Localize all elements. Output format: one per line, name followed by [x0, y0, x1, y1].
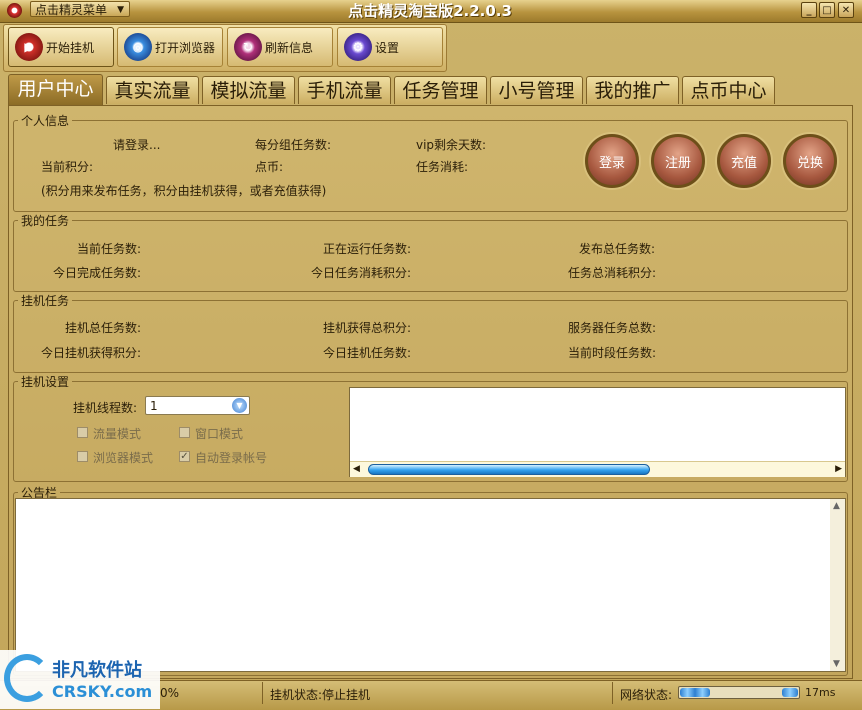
login-prompt[interactable]: 请登录...: [113, 136, 160, 153]
network-status-label: 网络状态:: [620, 688, 673, 702]
horizontal-scrollbar[interactable]: ◀ ▶: [350, 461, 845, 477]
browser-mode-checkbox[interactable]: [77, 451, 88, 462]
threads-value: 1: [150, 399, 158, 413]
login-button[interactable]: 登录: [585, 134, 639, 188]
current-tasks-label: 当前任务数:: [77, 242, 142, 256]
points-note: (积分用来发布任务，积分由挂机获得，或者充值获得): [41, 184, 327, 198]
window-mode-label: 窗口模式: [195, 427, 244, 441]
status-divider: [262, 682, 263, 704]
server-total-tasks-label: 服务器任务总数:: [568, 321, 657, 335]
browser-mode-label: 浏览器模式: [93, 451, 154, 465]
chevron-down-icon: ▼: [117, 5, 124, 15]
tab-mobile-traffic[interactable]: 手机流量: [298, 76, 391, 104]
scroll-down-icon[interactable]: ▼: [833, 659, 840, 669]
auto-login-checkbox[interactable]: ✓: [179, 451, 190, 462]
threads-label: 挂机线程数:: [73, 401, 138, 415]
start-hang-button[interactable]: ▶ 开始挂机: [8, 27, 114, 67]
tab-real-traffic[interactable]: 真实流量: [106, 76, 199, 104]
scroll-left-icon[interactable]: ◀: [353, 462, 360, 477]
refresh-info-label: 刷新信息: [265, 40, 314, 55]
app-menu-label: 点击精灵菜单: [35, 3, 108, 17]
gear-icon: ⚙: [344, 33, 372, 61]
auto-login-label: 自动登录帐号: [195, 451, 268, 465]
close-button[interactable]: ✕: [838, 2, 854, 18]
watermark-cn: 非凡软件站: [52, 660, 142, 681]
tab-simulated-traffic[interactable]: 模拟流量: [202, 76, 295, 104]
today-hang-tasks-label: 今日挂机任务数:: [323, 346, 412, 360]
watermark: 非凡软件站 CRSKY.com: [0, 650, 160, 709]
personal-info-legend: 个人信息: [21, 114, 70, 128]
task-cost-label: 任务消耗:: [416, 160, 469, 174]
refresh-icon: ↻: [234, 33, 262, 61]
minimize-button[interactable]: _: [801, 2, 817, 18]
maximize-button[interactable]: □: [819, 2, 835, 18]
settings-button[interactable]: ⚙ 设置: [337, 27, 443, 67]
tab-coin-center[interactable]: 点币中心: [682, 76, 775, 104]
published-total-label: 发布总任务数:: [579, 242, 656, 256]
recharge-button[interactable]: 充值: [717, 134, 771, 188]
chevron-down-icon[interactable]: ▼: [232, 398, 247, 413]
scroll-up-icon[interactable]: ▲: [833, 501, 840, 511]
today-done-label: 今日完成任务数:: [53, 266, 142, 280]
log-box[interactable]: ◀ ▶: [349, 387, 846, 477]
open-browser-label: 打开浏览器: [155, 40, 216, 55]
window-title: 点击精灵淘宝版2.2.0.3: [348, 2, 512, 20]
browser-icon: ◎: [124, 33, 152, 61]
latency-value: 17ms: [805, 686, 836, 699]
toolbar: ▶ 开始挂机 ◎ 打开浏览器 ↻ 刷新信息 ⚙ 设置: [3, 24, 447, 72]
running-tasks-label: 正在运行任务数:: [323, 242, 412, 256]
period-tasks-label: 当前时段任务数:: [568, 346, 657, 360]
current-points-label: 当前积分:: [41, 160, 94, 174]
hang-total-tasks-label: 挂机总任务数:: [65, 321, 142, 335]
notice-board[interactable]: ▲ ▼: [15, 498, 846, 672]
tab-account-management[interactable]: 小号管理: [490, 76, 583, 104]
hang-total-points-label: 挂机获得总积分:: [323, 321, 412, 335]
app-logo-icon: [7, 3, 22, 18]
network-meter-fill: [680, 688, 710, 697]
register-button[interactable]: 注册: [651, 134, 705, 188]
exchange-button[interactable]: 兑换: [783, 134, 837, 188]
tab-user-center[interactable]: 用户中心: [8, 74, 103, 106]
user-center-panel: 个人信息 请登录... 每分组任务数: vip剩余天数: 当前积分: 点币: 任…: [8, 105, 853, 679]
total-cost-label: 任务总消耗积分:: [568, 266, 657, 280]
threads-select[interactable]: 1 ▼: [145, 396, 250, 415]
window-mode-checkbox[interactable]: [179, 427, 190, 438]
traffic-mode-checkbox[interactable]: [77, 427, 88, 438]
settings-label: 设置: [375, 40, 400, 55]
play-icon: ▶: [15, 33, 43, 61]
start-hang-label: 开始挂机: [46, 40, 95, 55]
tab-my-promotion[interactable]: 我的推广: [586, 76, 679, 104]
today-cost-label: 今日任务消耗积分:: [311, 266, 412, 280]
coins-label: 点币:: [255, 160, 284, 174]
hang-status: 挂机状态:停止挂机: [270, 688, 371, 702]
hang-tasks-legend: 挂机任务: [21, 294, 70, 308]
title-bar: 点击精灵菜单 ▼ 点击精灵淘宝版2.2.0.3 _ □ ✕: [0, 0, 862, 23]
per-group-tasks-label: 每分组任务数:: [255, 138, 332, 152]
network-meter-end: [782, 688, 798, 697]
scroll-thumb[interactable]: [368, 464, 650, 475]
refresh-info-button[interactable]: ↻ 刷新信息: [227, 27, 333, 67]
traffic-mode-label: 流量模式: [93, 427, 142, 441]
hang-settings-legend: 挂机设置: [21, 375, 70, 389]
open-browser-button[interactable]: ◎ 打开浏览器: [117, 27, 223, 67]
vertical-scrollbar[interactable]: ▲ ▼: [830, 499, 845, 671]
scroll-right-icon[interactable]: ▶: [835, 462, 842, 477]
tab-task-management[interactable]: 任务管理: [394, 76, 487, 104]
site-logo-icon: [4, 654, 50, 702]
network-meter: [678, 686, 800, 699]
progress-percent: 0%: [160, 686, 180, 700]
my-tasks-legend: 我的任务: [21, 214, 70, 228]
app-menu-button[interactable]: 点击精灵菜单 ▼: [30, 1, 130, 17]
status-divider: [612, 682, 613, 704]
today-hang-points-label: 今日挂机获得积分:: [41, 346, 142, 360]
watermark-en: CRSKY.com: [52, 682, 153, 701]
vip-days-label: vip剩余天数:: [416, 138, 487, 152]
